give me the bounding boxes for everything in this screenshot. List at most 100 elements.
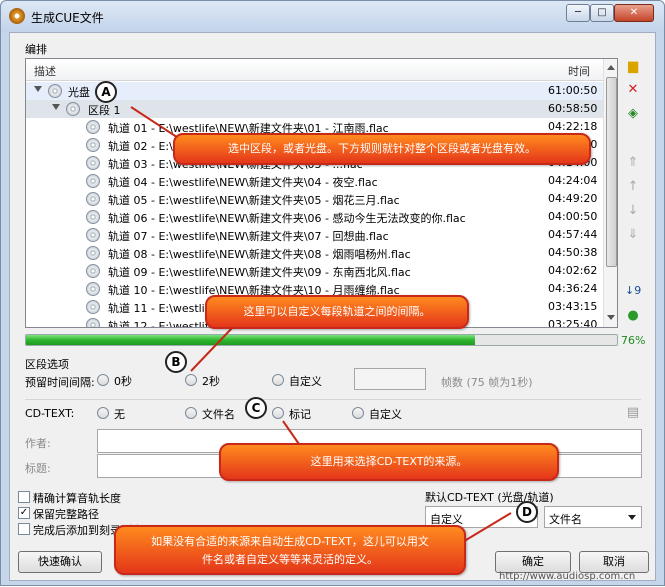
keep-path-checkbox[interactable]: ✓ bbox=[18, 507, 30, 519]
track-time: 04:00:50 bbox=[548, 210, 598, 223]
tree-header: 描述 时间 bbox=[26, 59, 603, 81]
track-row[interactable]: 轨道 09 - E:\westlife\NEW\新建文件夹\09 - 东南西北风… bbox=[26, 262, 603, 280]
default-cdtext-track-combo[interactable]: 文件名 bbox=[544, 506, 642, 528]
cd-icon[interactable]: ◈ bbox=[625, 106, 641, 122]
cdtext-filename-label: 文件名 bbox=[202, 408, 235, 421]
edit-icon[interactable]: ▤ bbox=[625, 405, 641, 421]
disc-icon bbox=[48, 84, 62, 98]
arrange-group-label: 编排 bbox=[25, 43, 47, 56]
refresh-icon[interactable]: ● bbox=[625, 308, 641, 324]
track-disc-icon bbox=[86, 318, 100, 327]
callout-d-line2: 件名或者自定义等等来灵活的定义。 bbox=[202, 553, 378, 566]
scroll-up-icon[interactable] bbox=[607, 65, 615, 70]
segment-row[interactable]: 区段 1 60:58:50 bbox=[26, 100, 603, 118]
segment-disc-icon bbox=[66, 102, 80, 116]
track-disc-icon bbox=[86, 210, 100, 224]
expand-arrow-icon[interactable] bbox=[52, 104, 60, 110]
cancel-button[interactable]: 取消 bbox=[579, 551, 649, 573]
col-time-header[interactable]: 时间 bbox=[568, 63, 590, 79]
track-label: 轨道 06 - E:\westlife\NEW\新建文件夹\06 - 感动今生无… bbox=[108, 212, 466, 225]
progress-percent: 76% bbox=[621, 334, 646, 347]
scroll-down-icon[interactable] bbox=[607, 315, 615, 320]
track-disc-icon bbox=[86, 228, 100, 242]
frames-input[interactable] bbox=[354, 368, 426, 390]
gap-custom-label: 自定义 bbox=[289, 375, 322, 388]
callout-d-line1: 如果没有合适的来源来自动生成CD-TEXT，这儿可以用文 bbox=[151, 535, 429, 548]
callout-a: 选中区段，或者光盘。下方规则就针对整个区段或者光盘有效。 bbox=[173, 133, 591, 165]
move-up-icon[interactable]: ↑ bbox=[625, 179, 641, 195]
keep-path-label: 保留完整路径 bbox=[33, 508, 99, 521]
minimize-button[interactable]: ─ bbox=[566, 4, 590, 22]
expand-arrow-icon[interactable] bbox=[34, 86, 42, 92]
cdtext-tag-radio[interactable] bbox=[272, 407, 284, 419]
track-label: 轨道 05 - E:\westlife\NEW\新建文件夹\05 - 烟花三月.… bbox=[108, 194, 400, 207]
badge-d: D bbox=[516, 501, 538, 523]
badge-a: A bbox=[95, 81, 117, 103]
track-label: 轨道 07 - E:\westlife\NEW\新建文件夹\07 - 回想曲.f… bbox=[108, 230, 389, 243]
watermark: http://www.audiosp.com.cn bbox=[499, 571, 636, 582]
move-top-icon[interactable]: ⇑ bbox=[625, 155, 641, 171]
segment-options-label: 区段选项 bbox=[25, 358, 69, 371]
track-time: 04:49:20 bbox=[548, 192, 598, 205]
app-disc-icon bbox=[9, 8, 25, 24]
folder-icon[interactable]: ▆ bbox=[625, 59, 641, 75]
combo-value: 文件名 bbox=[549, 513, 582, 526]
track-label: 轨道 09 - E:\westlife\NEW\新建文件夹\09 - 东南西北风… bbox=[108, 266, 411, 279]
track-label: 轨道 08 - E:\westlife\NEW\新建文件夹\08 - 烟雨唱杨州… bbox=[108, 248, 411, 261]
cdtext-custom-label: 自定义 bbox=[369, 408, 402, 421]
window-title: 生成CUE文件 bbox=[31, 11, 104, 25]
default-cdtext-label: 默认CD-TEXT (光盘/轨道) bbox=[425, 491, 554, 504]
track-disc-icon bbox=[86, 174, 100, 188]
col-desc-header[interactable]: 描述 bbox=[34, 63, 56, 79]
title-bar: 生成CUE文件 ─ □ ✕ bbox=[1, 1, 664, 31]
track-time: 04:22:18 bbox=[548, 120, 598, 133]
track-row[interactable]: 轨道 05 - E:\westlife\NEW\新建文件夹\05 - 烟花三月.… bbox=[26, 190, 603, 208]
tree-scrollbar[interactable] bbox=[603, 59, 617, 327]
track-time: 03:43:15 bbox=[548, 300, 598, 313]
track-row[interactable]: 轨道 08 - E:\westlife\NEW\新建文件夹\08 - 烟雨唱杨州… bbox=[26, 244, 603, 262]
maximize-button[interactable]: □ bbox=[590, 4, 614, 22]
cdtext-none-label: 无 bbox=[114, 408, 125, 421]
track-row[interactable]: 轨道 04 - E:\westlife\NEW\新建文件夹\04 - 夜空.fl… bbox=[26, 172, 603, 190]
cdtext-label: CD-TEXT: bbox=[25, 407, 75, 420]
disc-time: 61:00:50 bbox=[548, 84, 598, 97]
title-label: 标题: bbox=[25, 462, 51, 475]
gap-0s-radio[interactable] bbox=[97, 374, 109, 386]
gap-2s-label: 2秒 bbox=[202, 375, 220, 388]
cdtext-custom-radio[interactable] bbox=[352, 407, 364, 419]
cdtext-tag-label: 标记 bbox=[289, 408, 311, 421]
gap-0s-label: 0秒 bbox=[114, 375, 132, 388]
track-time: 03:25:40 bbox=[548, 318, 598, 328]
track-row[interactable]: 轨道 07 - E:\westlife\NEW\新建文件夹\07 - 回想曲.f… bbox=[26, 226, 603, 244]
callout-b: 这里可以自定义每段轨道之间的间隔。 bbox=[205, 295, 469, 329]
track-disc-icon bbox=[86, 120, 100, 134]
close-button[interactable]: ✕ bbox=[614, 4, 654, 22]
accurate-length-checkbox[interactable] bbox=[18, 491, 30, 503]
gap-label: 预留时间间隔: bbox=[25, 376, 95, 389]
progress-bar bbox=[25, 334, 618, 346]
track-time: 04:24:04 bbox=[548, 174, 598, 187]
add-to-burn-checkbox[interactable] bbox=[18, 523, 30, 535]
sort-icon[interactable]: ↓9 bbox=[625, 283, 641, 299]
delete-icon[interactable]: ✕ bbox=[625, 82, 641, 98]
cdtext-filename-radio[interactable] bbox=[185, 407, 197, 419]
gap-custom-radio[interactable] bbox=[272, 374, 284, 386]
gap-2s-radio[interactable] bbox=[185, 374, 197, 386]
ok-button[interactable]: 确定 bbox=[495, 551, 571, 573]
callout-d: 如果没有合适的来源来自动生成CD-TEXT，这儿可以用文 件名或者自定义等等来灵… bbox=[114, 525, 466, 575]
track-time: 04:02:62 bbox=[548, 264, 598, 277]
track-disc-icon bbox=[86, 138, 100, 152]
scroll-thumb[interactable] bbox=[606, 77, 617, 267]
callout-c: 这里用来选择CD-TEXT的来源。 bbox=[219, 443, 559, 481]
track-disc-icon bbox=[86, 156, 100, 170]
badge-b: B bbox=[165, 351, 187, 373]
track-time: 04:50:38 bbox=[548, 246, 598, 259]
move-down-icon[interactable]: ↓ bbox=[625, 203, 641, 219]
quick-confirm-button[interactable]: 快速确认 bbox=[18, 551, 102, 573]
track-row[interactable]: 轨道 06 - E:\westlife\NEW\新建文件夹\06 - 感动今生无… bbox=[26, 208, 603, 226]
author-label: 作者: bbox=[25, 437, 51, 450]
track-disc-icon bbox=[86, 300, 100, 314]
move-bottom-icon[interactable]: ⇓ bbox=[625, 227, 641, 243]
separator bbox=[25, 399, 641, 400]
cdtext-none-radio[interactable] bbox=[97, 407, 109, 419]
